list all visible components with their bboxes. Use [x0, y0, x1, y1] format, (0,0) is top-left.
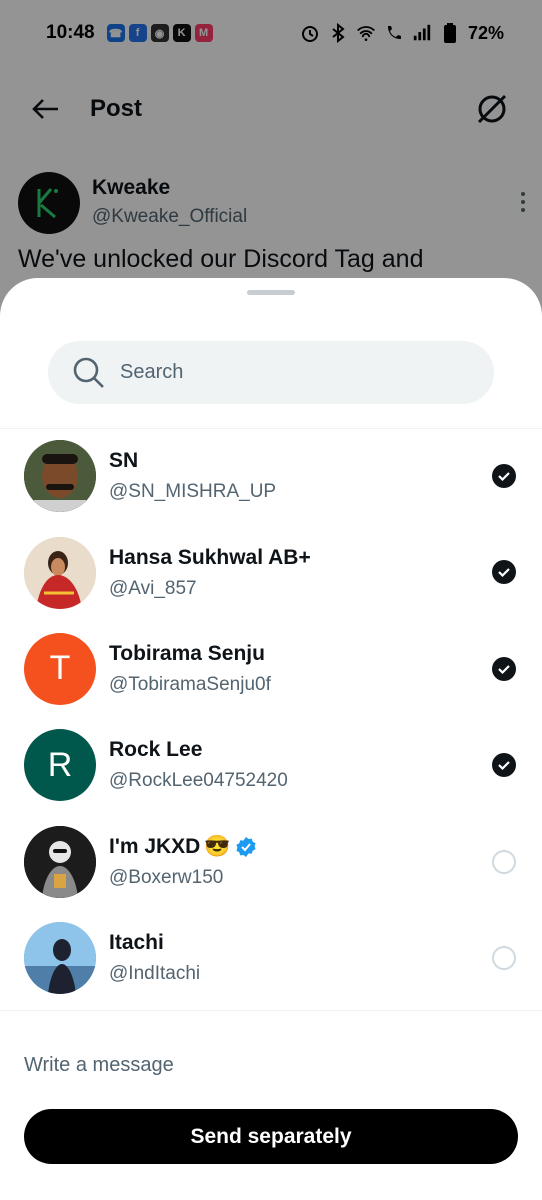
- avatar-initial: T: [49, 649, 71, 688]
- user-name: I'm JKXD: [109, 834, 201, 858]
- list-item[interactable]: I'm JKXD 😎 @Boxerw150: [0, 814, 542, 910]
- user-name: Hansa Sukhwal AB+: [109, 545, 311, 569]
- verified-badge-icon: [235, 836, 256, 857]
- selected-check-icon[interactable]: [492, 753, 516, 778]
- avatar: [24, 440, 96, 513]
- avatar-initial: R: [47, 745, 73, 784]
- user-handle: @RockLee04752420: [109, 770, 288, 792]
- user-handle: @IndItachi: [109, 963, 201, 985]
- avatar: T: [24, 632, 96, 705]
- user-name: Tobirama Senju: [109, 641, 265, 665]
- avatar: [24, 825, 96, 898]
- user-handle: @SN_MISHRA_UP: [109, 481, 277, 503]
- send-separately-button[interactable]: Send separately: [24, 1109, 518, 1164]
- avatar: R: [24, 729, 96, 802]
- user-name: SN: [109, 449, 139, 473]
- message-input[interactable]: Write a message: [24, 1054, 174, 1077]
- search-placeholder: Search: [120, 361, 184, 383]
- selected-check-icon[interactable]: [492, 560, 516, 585]
- avatar: [24, 536, 96, 609]
- list-item[interactable]: SN @SN_MISHRA_UP: [0, 428, 542, 524]
- share-bottom-sheet: Search SN @SN_MISHRA_UP Hansa Sukhwal AB…: [0, 278, 542, 1200]
- unselected-circle-icon[interactable]: [492, 849, 516, 874]
- selected-check-icon[interactable]: [492, 464, 516, 488]
- avatar: [24, 922, 96, 995]
- search-icon: [73, 357, 104, 388]
- user-handle: @TobiramaSenju0f: [109, 673, 271, 695]
- list-item[interactable]: T Tobirama Senju @TobiramaSenju0f: [0, 621, 542, 717]
- user-name: Rock Lee: [109, 738, 203, 762]
- user-handle: @Boxerw150: [109, 866, 224, 888]
- user-list: SN @SN_MISHRA_UP Hansa Sukhwal AB+ @Avi_…: [0, 428, 542, 1006]
- selected-check-icon[interactable]: [492, 656, 516, 681]
- user-handle: @Avi_857: [109, 577, 197, 599]
- unselected-circle-icon[interactable]: [492, 945, 516, 970]
- drag-handle[interactable]: [247, 290, 295, 295]
- divider: [0, 1010, 542, 1011]
- list-item[interactable]: Hansa Sukhwal AB+ @Avi_857: [0, 524, 542, 620]
- user-name: Itachi: [109, 931, 164, 955]
- list-item[interactable]: Itachi @IndItachi: [0, 910, 542, 1006]
- search-input[interactable]: Search: [48, 341, 494, 404]
- list-item[interactable]: R Rock Lee @RockLee04752420: [0, 717, 542, 813]
- user-emoji: 😎: [204, 834, 231, 858]
